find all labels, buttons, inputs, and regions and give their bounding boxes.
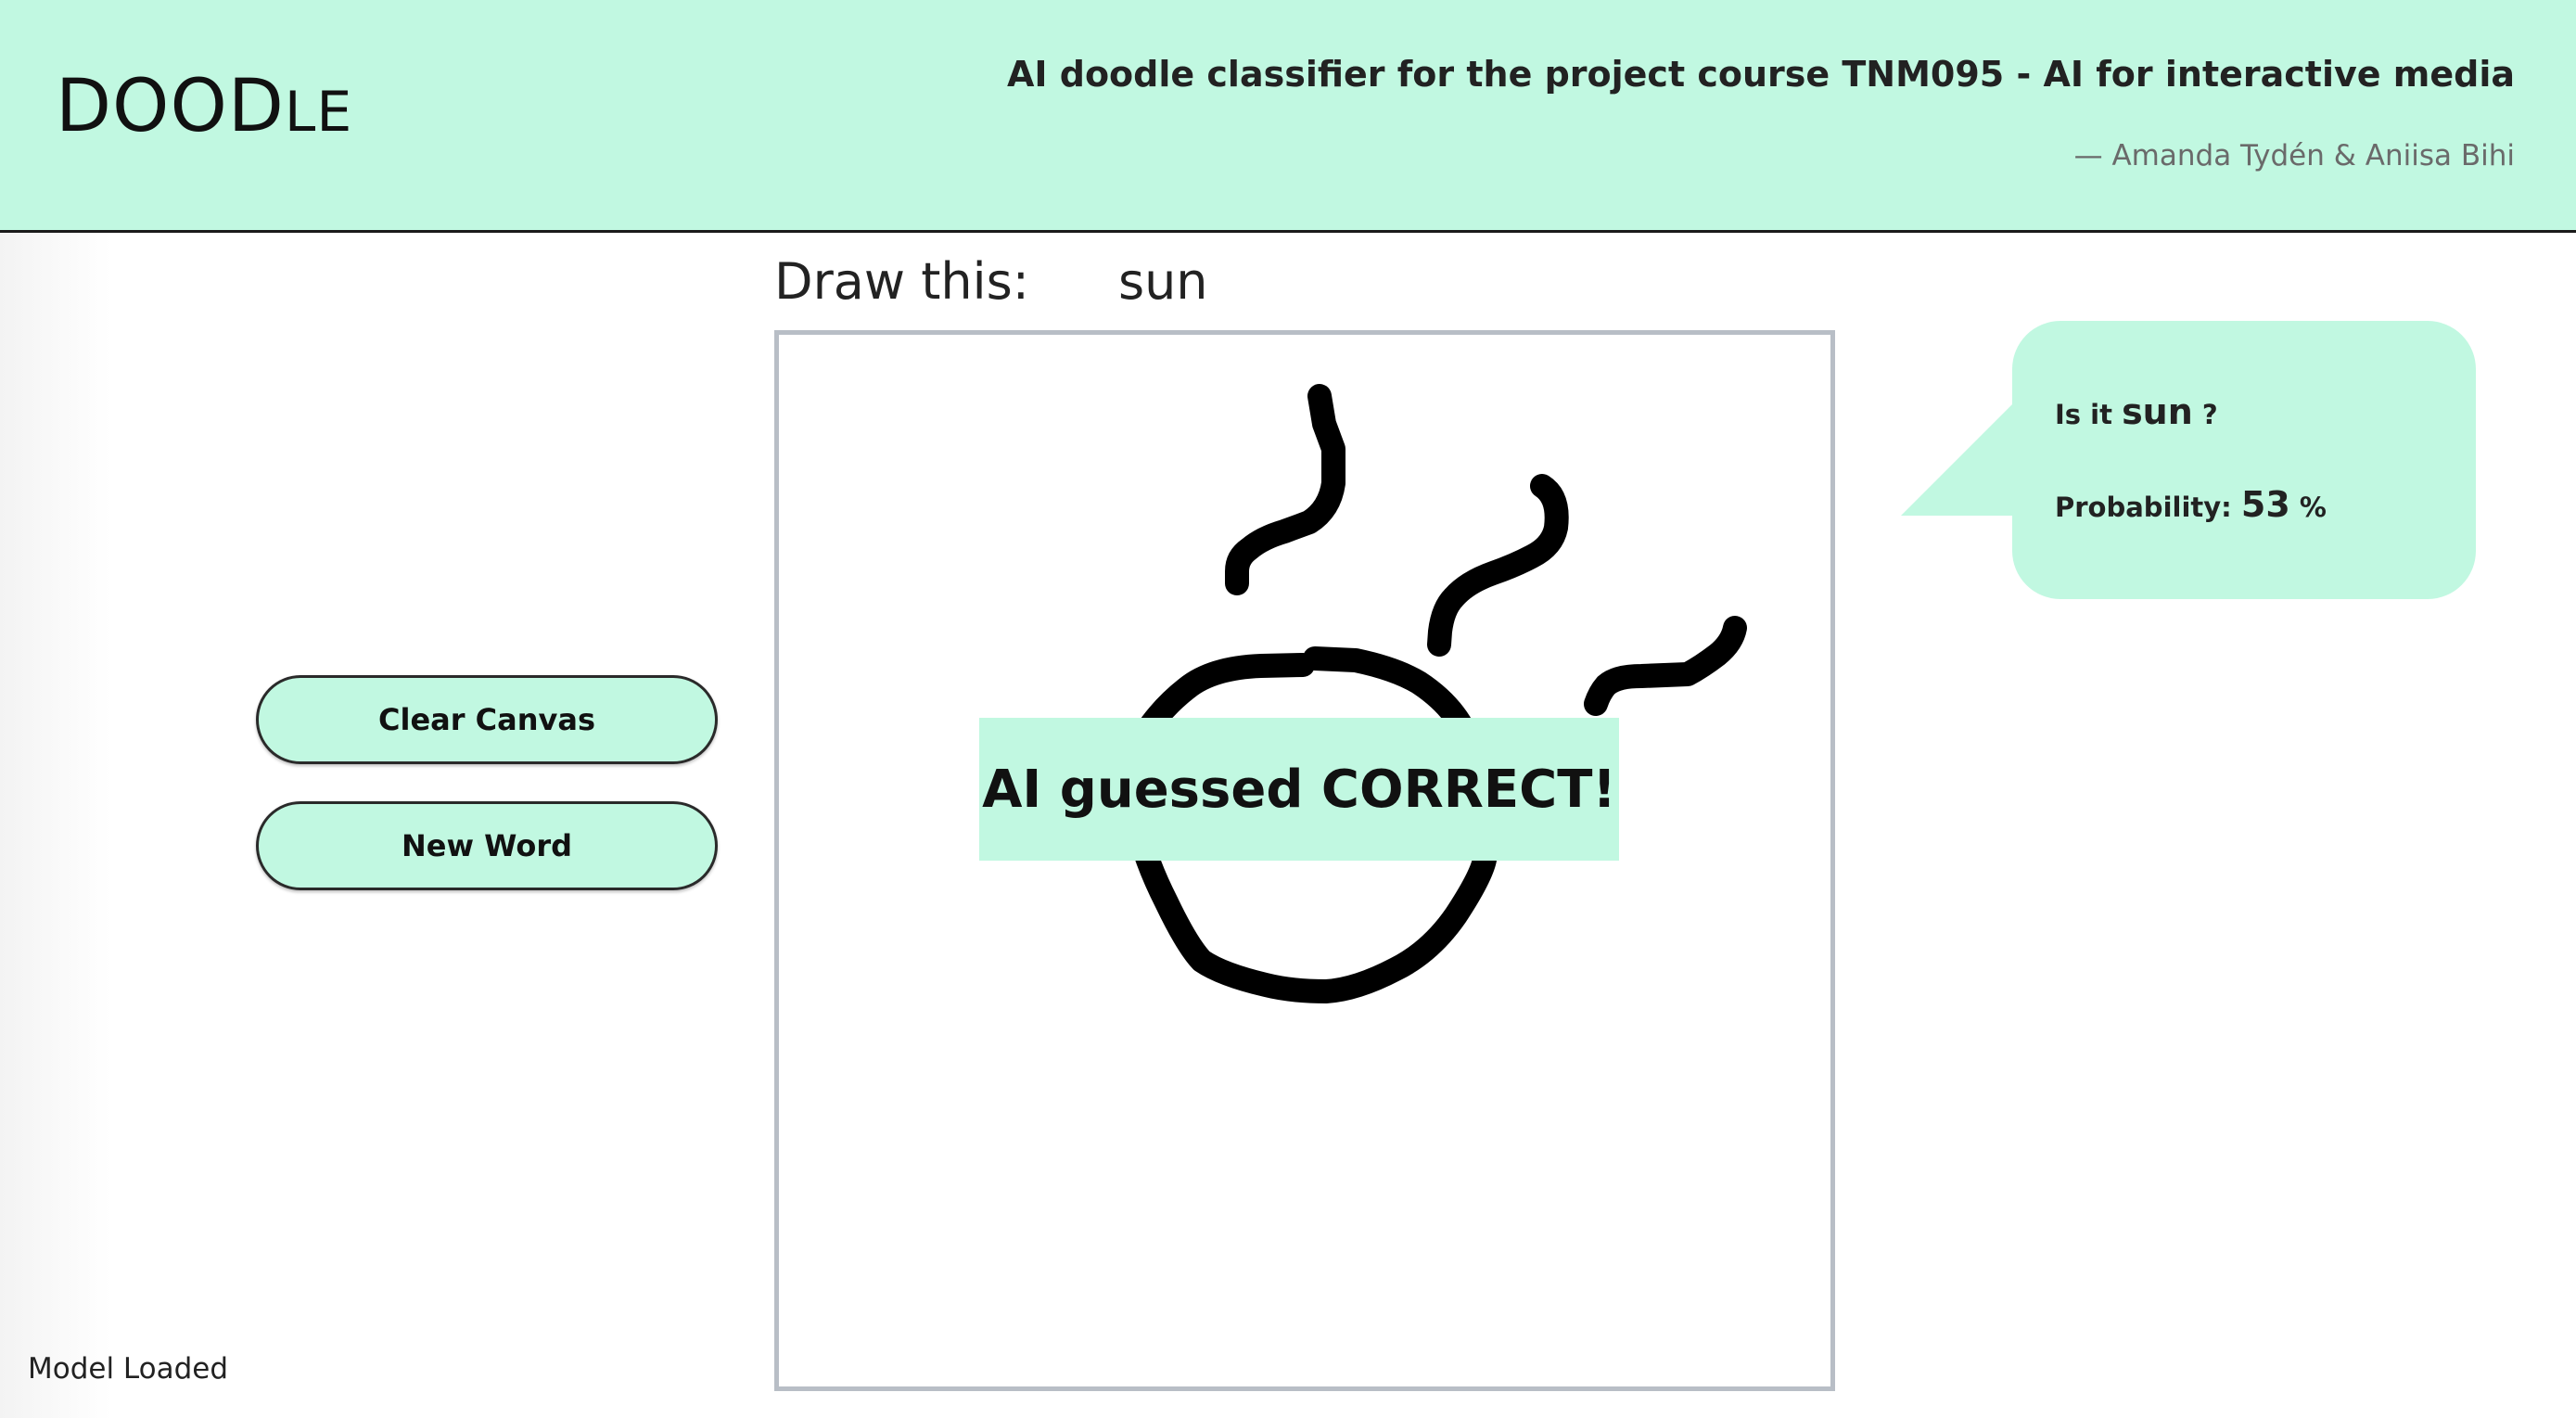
draw-prompt-word: sun <box>1117 252 1208 311</box>
prediction-suffix: ? <box>2201 399 2218 430</box>
logo-small: LE <box>284 80 353 145</box>
prediction-probability-line: Probability: 53 % <box>2055 484 2327 525</box>
prediction-bubble: Is it sun ? Probability: 53 % <box>2012 321 2476 599</box>
prediction-guess: sun <box>2122 391 2193 432</box>
draw-prompt: Draw this: sun <box>774 252 1208 311</box>
prediction-guess-line: Is it sun ? <box>2055 391 2218 432</box>
probability-label: Probability: <box>2055 492 2232 523</box>
new-word-button[interactable]: New Word <box>256 801 718 890</box>
doodle-stroke-ray-1 <box>1225 384 1345 595</box>
probability-unit: % <box>2299 492 2327 523</box>
draw-prompt-label: Draw this: <box>774 252 1029 311</box>
header-title: AI doodle classifier for the project cou… <box>1006 54 2515 95</box>
drawing-canvas[interactable] <box>774 330 1835 1391</box>
doodle-stroke-ray-3 <box>1584 616 1747 716</box>
header: DOODLE AI doodle classifier for the proj… <box>0 0 2576 233</box>
doodle-stroke-ray-2 <box>1427 474 1569 657</box>
model-status: Model Loaded <box>28 1352 229 1386</box>
doodle-strokes <box>1120 384 1747 1003</box>
speech-bubble-tail <box>1901 399 2018 516</box>
logo-main: DOOD <box>56 65 285 148</box>
header-authors: — Amanda Tydén & Aniisa Bihi <box>2073 139 2515 172</box>
prediction-prefix: Is it <box>2055 399 2112 430</box>
probability-value: 53 <box>2240 484 2290 525</box>
logo: DOODLE <box>56 65 352 148</box>
clear-canvas-button[interactable]: Clear Canvas <box>256 675 718 764</box>
result-banner: AI guessed CORRECT! <box>979 718 1619 861</box>
